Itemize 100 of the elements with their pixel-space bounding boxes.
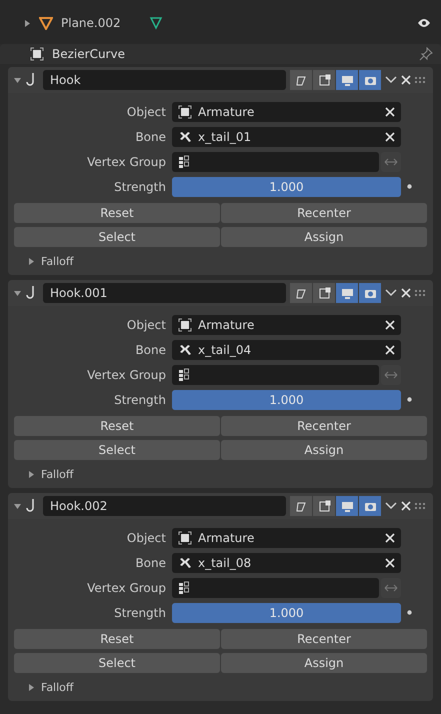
pin-icon[interactable] (419, 47, 433, 61)
collapse-arrow-icon[interactable] (14, 502, 21, 510)
close-icon[interactable] (401, 75, 411, 85)
action-button[interactable]: Select (14, 653, 220, 673)
dropdown-icon[interactable] (385, 289, 397, 297)
object-field[interactable]: x_tail_01 (172, 126, 401, 146)
vertex-group-icon (178, 154, 190, 168)
vertex-group-icon (178, 368, 190, 382)
viewport-icon (340, 74, 354, 86)
action-button[interactable]: Select (14, 440, 220, 460)
section-title[interactable]: Falloff (41, 680, 74, 694)
vertex-group-icon (178, 580, 190, 594)
section-title[interactable]: Falloff (41, 254, 74, 268)
action-button[interactable]: Assign (221, 653, 427, 673)
expand-arrow-icon[interactable] (28, 684, 35, 690)
cage-toggle[interactable] (313, 70, 335, 90)
object-field[interactable]: x_tail_04 (172, 340, 401, 360)
clear-icon[interactable] (385, 532, 395, 542)
section-title[interactable]: Falloff (41, 468, 74, 480)
vertex-group-field[interactable] (172, 578, 379, 598)
viewport-icon (340, 286, 354, 300)
strength-slider[interactable]: 1.000 (172, 176, 401, 196)
cage-toggle[interactable] (313, 496, 335, 516)
expand-arrow-icon[interactable] (24, 20, 31, 26)
collapse-arrow-icon[interactable] (14, 290, 21, 296)
cage-icon (318, 74, 330, 86)
viewport-toggle[interactable] (336, 496, 358, 516)
field-label: Bone (134, 556, 166, 570)
action-button[interactable]: Select (14, 227, 220, 247)
cage-icon (318, 500, 330, 512)
action-button[interactable]: Reset (14, 416, 220, 436)
clear-icon[interactable] (385, 320, 395, 330)
object-name: BezierCurve (52, 47, 126, 61)
render-toggle[interactable] (359, 496, 381, 516)
action-button[interactable]: Assign (221, 440, 427, 460)
dropdown-icon[interactable] (385, 76, 397, 84)
clear-icon[interactable] (385, 132, 395, 142)
editmode-toggle[interactable] (290, 283, 312, 303)
field-label: Vertex Group (86, 154, 166, 168)
action-button[interactable]: Reset (14, 629, 220, 649)
dropdown-icon[interactable] (385, 502, 397, 510)
clear-icon[interactable] (385, 106, 395, 116)
vertex-group-field[interactable] (172, 364, 379, 384)
editmode-toggle[interactable] (290, 496, 312, 516)
field-label: Bone (134, 130, 166, 144)
collapse-arrow-icon[interactable] (14, 76, 21, 84)
drag-handle-icon[interactable] (415, 77, 427, 83)
object-field[interactable]: Armature (172, 102, 401, 122)
object-icon (178, 104, 192, 118)
keyframe-dot-icon[interactable] (407, 610, 412, 615)
field-label: Object (126, 104, 166, 118)
field-label: Object (126, 318, 166, 332)
action-button[interactable]: Recenter (221, 629, 427, 649)
object-field[interactable]: Armature (172, 528, 401, 548)
field-label: Object (126, 530, 166, 544)
object-field[interactable]: Armature (172, 314, 401, 334)
editmode-icon (294, 500, 308, 512)
modifier-name-field[interactable]: Hook.002 (43, 496, 286, 516)
expand-arrow-icon[interactable] (28, 470, 35, 478)
render-toggle[interactable] (359, 70, 381, 90)
strength-slider[interactable]: 1.000 (172, 602, 401, 622)
field-label: Strength (113, 606, 166, 620)
action-button[interactable]: Assign (221, 227, 427, 247)
field-label: Vertex Group (86, 580, 166, 594)
mesh-data-icon (148, 16, 162, 30)
field-label: Strength (113, 392, 166, 406)
field-label: Strength (113, 180, 166, 194)
eye-icon[interactable] (417, 18, 431, 28)
field-label: Vertex Group (86, 368, 166, 382)
expand-arrow-icon[interactable] (28, 258, 35, 264)
drag-handle-icon[interactable] (415, 503, 427, 509)
editmode-toggle[interactable] (290, 70, 312, 90)
object-field[interactable]: x_tail_08 (172, 552, 401, 572)
viewport-toggle[interactable] (336, 283, 358, 303)
editmode-icon (294, 286, 308, 300)
clear-icon[interactable] (385, 344, 395, 354)
strength-slider[interactable]: 1.000 (172, 390, 401, 410)
object-icon (178, 530, 192, 544)
action-button[interactable]: Recenter (221, 203, 427, 223)
cone-icon (39, 16, 53, 30)
keyframe-dot-icon[interactable] (407, 397, 412, 402)
outliner-item[interactable]: Plane.002 (61, 16, 140, 30)
modifier-name-field[interactable]: Hook (43, 70, 286, 90)
drag-handle-icon[interactable] (415, 290, 427, 296)
action-button[interactable]: Recenter (221, 416, 427, 436)
cage-icon (318, 286, 330, 300)
action-button[interactable]: Reset (14, 203, 220, 223)
close-icon[interactable] (401, 501, 411, 511)
object-icon (30, 47, 44, 61)
object-icon (178, 318, 192, 332)
clear-icon[interactable] (385, 558, 395, 568)
editmode-icon (294, 74, 308, 86)
modifier-name-field[interactable]: Hook.001 (43, 283, 286, 303)
keyframe-dot-icon[interactable] (407, 184, 412, 189)
cage-toggle[interactable] (313, 283, 335, 303)
close-icon[interactable] (401, 288, 411, 298)
field-label: Bone (134, 342, 166, 356)
viewport-toggle[interactable] (336, 70, 358, 90)
vertex-group-field[interactable] (172, 152, 379, 172)
render-toggle[interactable] (359, 283, 381, 303)
